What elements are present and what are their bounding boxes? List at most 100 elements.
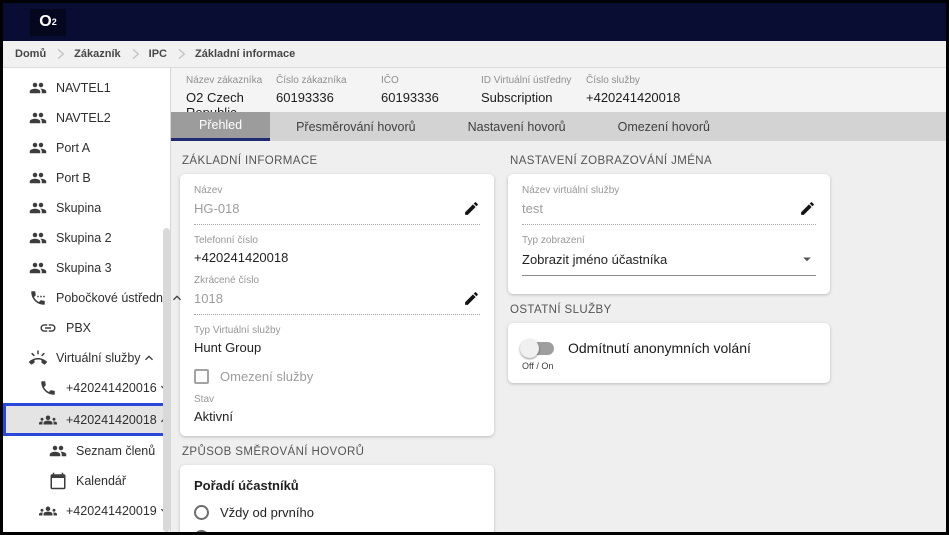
- field-telefonni-cislo: Telefonní číslo +420241420018: [194, 235, 480, 265]
- sidebar-item-port-b[interactable]: Port B: [3, 163, 170, 193]
- radio-group-label: Pořadí účastníků: [194, 478, 480, 493]
- app-window: O2 Domů Zákazník IPC Základní informace …: [0, 0, 949, 535]
- chevron-right-icon: [127, 46, 143, 62]
- field-value: HG-018: [194, 201, 240, 216]
- info-field-cislo-sluzby: Číslo služby +420241420018: [586, 75, 680, 112]
- tab-content: ZÁKLADNÍ INFORMACE Název HG-018 Telefonn…: [171, 141, 946, 532]
- basic-info-card: Název HG-018 Telefonní číslo +4202414200…: [180, 174, 494, 436]
- tab-presmerovani-hovoru[interactable]: Přesměrování hovorů: [270, 112, 442, 141]
- info-label: Číslo zákazníka: [276, 75, 381, 86]
- sidebar-item-skupina-3[interactable]: Skupina 3: [3, 253, 170, 283]
- toggle-knob[interactable]: [520, 339, 539, 358]
- dropdown-arrow-icon: [798, 250, 816, 268]
- info-value: 60193336: [381, 90, 481, 105]
- sidebar: NAVTEL1 NAVTEL2 Port A Port B Skupina Sk…: [3, 68, 171, 532]
- breadcrumb-item-zakaznik[interactable]: Zákazník: [74, 48, 120, 60]
- checkbox-label: Omezení služby: [220, 369, 313, 384]
- field-label: Zkrácené číslo: [194, 275, 480, 286]
- groups-icon: [39, 502, 57, 520]
- sidebar-item-navtel1[interactable]: NAVTEL1: [3, 73, 170, 103]
- field-label: Stav: [194, 394, 480, 405]
- toggle-state-label: Off / On: [522, 361, 816, 371]
- breadcrumb: Domů Zákazník IPC Základní informace: [3, 41, 946, 68]
- sidebar-item-label: Kalendář: [76, 474, 126, 488]
- edit-icon[interactable]: [799, 200, 816, 217]
- sidebar-item-420241420019[interactable]: +420241420019: [3, 496, 170, 526]
- sidebar-item-label: +420241420019: [66, 504, 157, 518]
- tab-prehled[interactable]: Přehled: [171, 112, 270, 141]
- routing-card: Pořadí účastníků Vždy od prvního Souběžn…: [180, 465, 494, 532]
- sidebar-item-420241420016[interactable]: +420241420016: [3, 373, 170, 403]
- call-icon: [39, 379, 57, 397]
- info-value: 60193336: [276, 90, 381, 105]
- omezeni-sluzby-checkbox-row[interactable]: Omezení služby: [194, 369, 480, 384]
- select-value: Zobrazit jméno účastníka: [522, 252, 667, 267]
- radio-vzdy-od-prvniho[interactable]: Vždy od prvního: [194, 505, 480, 520]
- edit-icon[interactable]: [463, 200, 480, 217]
- field-nazev: Název HG-018: [194, 185, 480, 225]
- info-label: IČO: [381, 75, 481, 86]
- sidebar-item-label: Port B: [56, 171, 91, 185]
- group-icon: [29, 79, 47, 97]
- field-typ-virtualni-sluzby: Typ Virtuální služby Hunt Group: [194, 325, 480, 355]
- section-title-ostatni-sluzby: OSTATNÍ SLUŽBY: [510, 304, 828, 316]
- sidebar-item-label: NAVTEL2: [56, 111, 111, 125]
- sidebar-item-skupina-2[interactable]: Skupina 2: [3, 223, 170, 253]
- sidebar-item-port-a[interactable]: Port A: [3, 133, 170, 163]
- typ-zobrazeni-select[interactable]: Zobrazit jméno účastníka: [522, 250, 816, 276]
- sidebar-item-420241420018-selected[interactable]: +420241420018: [3, 403, 170, 436]
- radio-unselected[interactable]: [194, 530, 209, 532]
- sidebar-item-label: PBX: [66, 321, 91, 335]
- edit-icon[interactable]: [463, 290, 480, 307]
- info-field-cislo-zakaznika: Číslo zákazníka 60193336: [276, 75, 381, 112]
- info-label: ID Virtuální ústředny: [481, 75, 586, 86]
- breadcrumb-item-zakladni-informace[interactable]: Základní informace: [195, 48, 295, 60]
- radio-soubezne[interactable]: Souběžné: [194, 530, 480, 532]
- sidebar-item-seznam-clenu[interactable]: Seznam členů: [3, 436, 170, 466]
- group-icon: [29, 199, 47, 217]
- tab-omezeni-hovoru[interactable]: Omezení hovorů: [592, 112, 736, 141]
- info-field-nazev-zakaznika: Název zákazníka O2 Czech Republic …: [186, 75, 276, 112]
- sidebar-item-label: +420241420018: [66, 413, 157, 427]
- info-value: +420241420018: [586, 90, 680, 105]
- chevron-right-icon: [173, 46, 189, 62]
- checkbox-unchecked[interactable]: [194, 369, 209, 384]
- group-icon: [29, 229, 47, 247]
- sidebar-item-virtualni-sluzby[interactable]: Virtuální služby: [3, 343, 170, 373]
- group-icon: [29, 109, 47, 127]
- field-label: Název virtuální služby: [522, 185, 816, 196]
- section-title-nastaveni-zobrazovani-jmena: NASTAVENÍ ZOBRAZOVÁNÍ JMÉNA: [510, 155, 828, 167]
- sidebar-item-pbx[interactable]: PBX: [3, 313, 170, 343]
- other-services-card: Odmítnutí anonymních volání Off / On: [508, 323, 830, 383]
- field-label: Typ zobrazení: [522, 235, 816, 246]
- customer-info-bar: Název zákazníka O2 Czech Republic … Čísl…: [171, 68, 946, 112]
- radio-unselected[interactable]: [194, 505, 209, 520]
- group-icon: [49, 442, 67, 460]
- sidebar-item-kalendar[interactable]: Kalendář: [3, 466, 170, 496]
- sidebar-item-navtel2[interactable]: NAVTEL2: [3, 103, 170, 133]
- field-stav: Stav Aktivní: [194, 394, 480, 424]
- field-value: +420241420018: [194, 250, 480, 265]
- sidebar-item-label: Pobočkové ústředny: [56, 291, 169, 305]
- field-label: Název: [194, 185, 480, 196]
- field-label: Telefonní číslo: [194, 235, 480, 246]
- sidebar-item-skupina[interactable]: Skupina: [3, 193, 170, 223]
- toggle-off[interactable]: [522, 342, 554, 355]
- tab-nastaveni-hovoru[interactable]: Nastavení hovorů: [442, 112, 592, 141]
- breadcrumb-item-domu[interactable]: Domů: [15, 48, 46, 60]
- sidebar-item-pobockove-ustredny[interactable]: Pobočkové ústředny: [3, 283, 170, 313]
- section-title-zakladni-informace: ZÁKLADNÍ INFORMACE: [182, 155, 492, 167]
- logo-sub: 2: [52, 17, 57, 27]
- pbx-phone-icon: [29, 289, 47, 307]
- field-value: test: [522, 201, 543, 216]
- anonymous-call-rejection-row: Odmítnutí anonymních volání: [522, 340, 816, 356]
- sidebar-scrollbar[interactable]: [163, 228, 170, 532]
- breadcrumb-item-ipc[interactable]: IPC: [149, 48, 167, 60]
- logo-text: O: [39, 13, 51, 31]
- sidebar-item-label: Skupina 3: [56, 261, 112, 275]
- info-value: Subscription: [481, 90, 586, 105]
- info-label: Číslo služby: [586, 75, 680, 86]
- group-icon: [29, 169, 47, 187]
- field-typ-zobrazeni: Typ zobrazení Zobrazit jméno účastníka: [522, 235, 816, 276]
- group-icon: [29, 139, 47, 157]
